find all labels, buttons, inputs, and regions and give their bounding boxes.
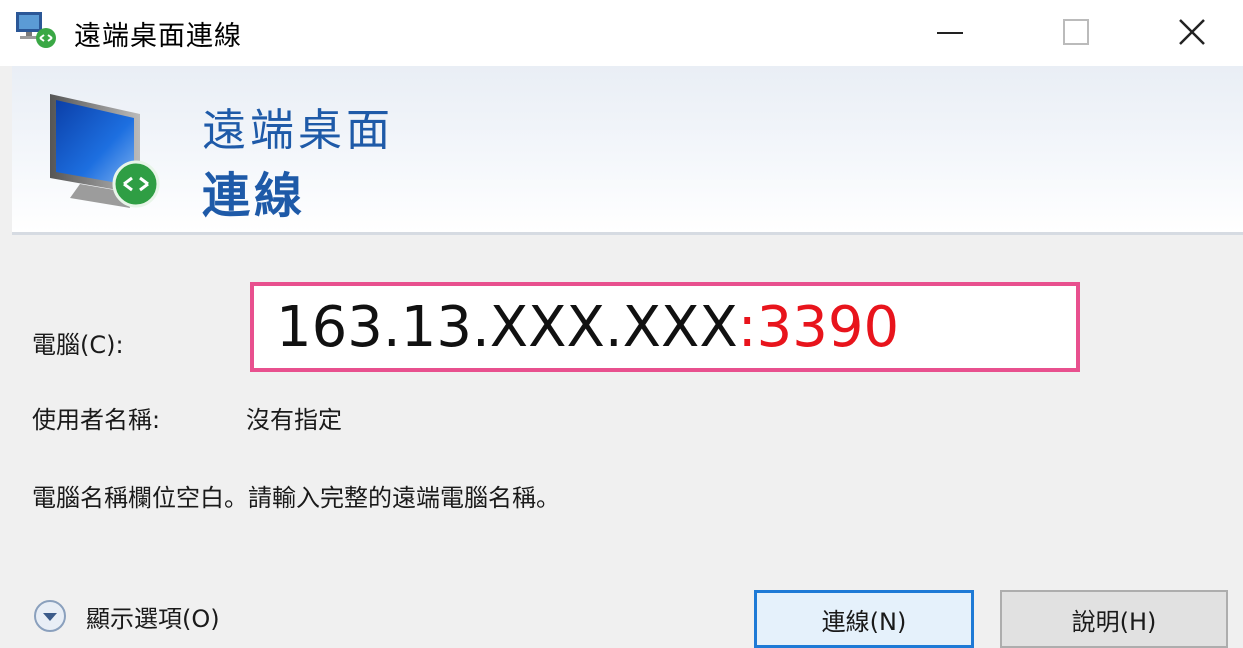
show-options-label: 顯示選項(O): [86, 604, 220, 633]
username-label: 使用者名稱:: [32, 406, 161, 434]
window-title: 遠端桌面連線: [74, 21, 242, 52]
close-icon: [1179, 19, 1205, 45]
minimize-icon: [937, 32, 963, 34]
minimize-button[interactable]: [920, 8, 980, 56]
close-button[interactable]: [1162, 8, 1222, 56]
header-banner: 遠端桌面 連線: [12, 66, 1243, 235]
help-button[interactable]: 說明(H): [1000, 590, 1228, 648]
chevron-down-circle-icon: [34, 600, 66, 632]
username-value: 沒有指定: [246, 406, 342, 434]
banner-title-line1: 遠端桌面: [202, 105, 394, 156]
remote-desktop-app-icon: [16, 12, 56, 48]
computer-address-host: 163.13.XXX.XXX: [276, 294, 738, 360]
maximize-button[interactable]: [1046, 8, 1106, 56]
computer-input[interactable]: 163.13.XXX.XXX:3390: [250, 282, 1080, 372]
hint-message: 電腦名稱欄位空白。請輸入完整的遠端電腦名稱。: [32, 484, 560, 512]
title-bar: 遠端桌面連線: [0, 0, 1243, 66]
banner-title-line2: 連線: [202, 168, 307, 224]
remote-desktop-monitor-icon: [50, 94, 160, 208]
show-options-toggle[interactable]: 顯示選項(O): [32, 598, 220, 634]
connect-button[interactable]: 連線(N): [754, 590, 974, 648]
rdp-window: 遠端桌面連線 遠端桌面 連線 電腦(C): 163.13.XXX.XXX:33…: [0, 0, 1243, 648]
computer-address-port: :3390: [737, 294, 900, 360]
maximize-icon: [1063, 19, 1089, 45]
computer-label: 電腦(C):: [32, 331, 124, 359]
